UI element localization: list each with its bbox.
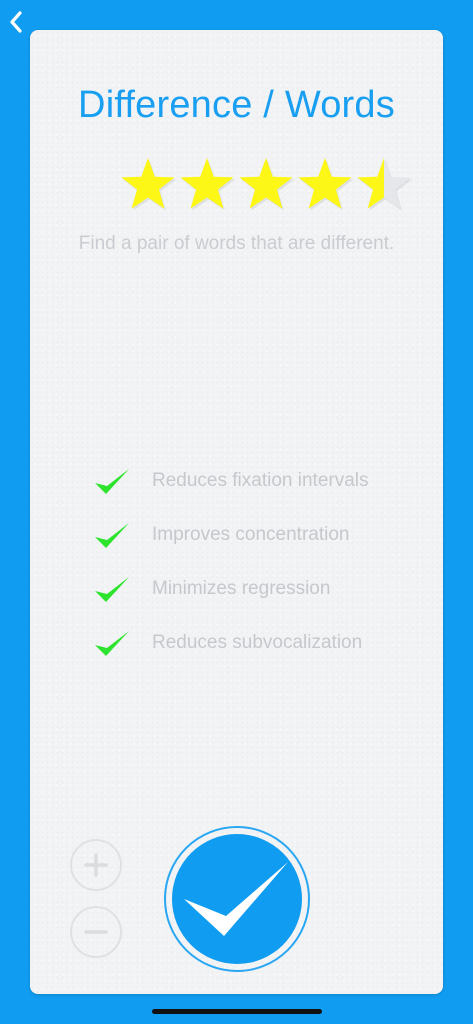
green-check-icon [95,469,129,494]
rating-star [121,158,177,211]
benefit-label: Reduces fixation intervals [152,470,369,491]
exercise-description: Find a pair of words that are different. [78,233,395,254]
benefit-label: Reduces subvocalization [152,632,363,653]
benefit-item: Improves concentration [92,508,452,562]
benefit-item: Minimizes regression [92,562,452,616]
zoom-in-button[interactable] [70,839,122,891]
zoom-out-button[interactable] [70,906,122,958]
back-button[interactable] [4,8,28,36]
rating-star [298,158,354,211]
benefit-item: Reduces fixation intervals [92,454,452,508]
home-indicator [152,1009,322,1014]
benefit-label: Minimizes regression [152,578,331,599]
green-check-icon [95,577,129,602]
green-check-icon [95,631,129,656]
green-check-icon [95,523,129,548]
confirm-button-face [172,834,302,964]
benefit-item: Reduces subvocalization [92,616,452,670]
plus-icon [84,853,108,877]
rating-star [239,158,295,211]
rating-star [357,158,413,211]
checkmark-icon [184,862,288,936]
benefit-label: Improves concentration [152,524,350,545]
exercise-title: Difference / Words [78,84,395,126]
start-confirm-button[interactable] [164,826,310,972]
rating-star [180,158,236,211]
chevron-left-icon [10,11,22,33]
star-rating [121,158,413,211]
minus-icon [84,930,108,934]
benefit-list: Reduces fixation intervals Improves conc… [92,454,452,670]
